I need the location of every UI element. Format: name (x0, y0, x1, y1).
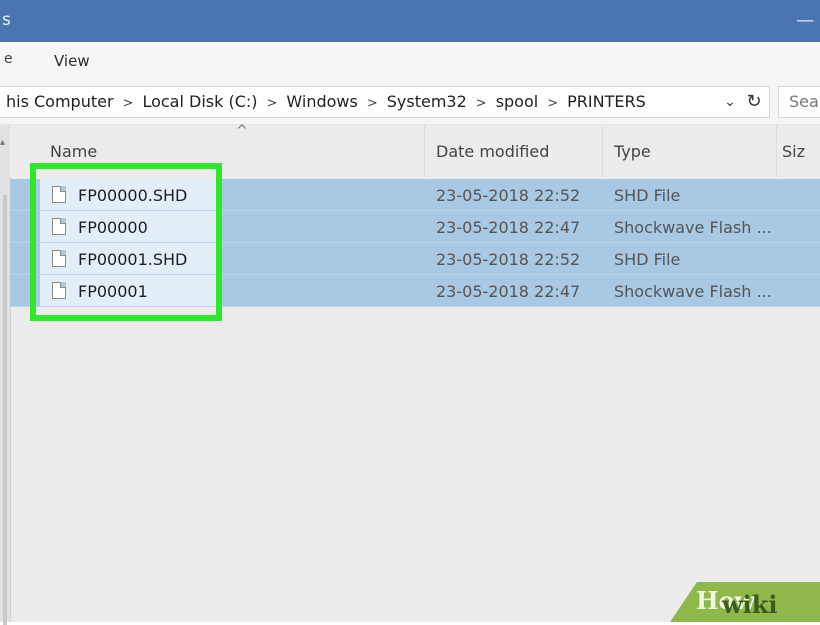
breadcrumb-separator-icon[interactable]: > (267, 89, 278, 119)
address-bar[interactable]: his Computer > Local Disk (C:) > Windows > Sys… (0, 86, 770, 118)
breadcrumb-local-disk[interactable]: Local Disk (C:) (142, 92, 257, 111)
column-divider[interactable] (602, 125, 603, 177)
file-type: SHD File (614, 250, 681, 269)
window-titlebar: s — (0, 0, 820, 42)
file-date: 23-05-2018 22:47 (436, 218, 581, 237)
file-date: 23-05-2018 22:52 (436, 250, 581, 269)
tab-view[interactable]: View (54, 52, 90, 70)
file-type: Shockwave Flash ... (614, 282, 772, 301)
chevron-down-icon[interactable]: ⌄ (720, 89, 740, 115)
file-date: 23-05-2018 22:47 (436, 282, 581, 301)
ribbon-tabs: e View (0, 42, 820, 78)
breadcrumb-separator-icon[interactable]: > (476, 89, 487, 119)
highlight-box (30, 163, 222, 321)
column-header-date-modified[interactable]: Date modified (436, 142, 549, 161)
file-type: SHD File (614, 186, 681, 205)
file-date: 23-05-2018 22:52 (436, 186, 581, 205)
column-header-name[interactable]: Name (50, 142, 97, 161)
column-header-size[interactable]: Siz (782, 142, 805, 161)
breadcrumb-system32[interactable]: System32 (387, 92, 467, 111)
breadcrumb-printers[interactable]: PRINTERS (567, 92, 646, 111)
watermark-text: wiki How (696, 586, 778, 619)
search-placeholder: Sea (789, 92, 819, 111)
minimize-button[interactable]: — (790, 4, 820, 38)
tab-file[interactable]: e (4, 51, 13, 67)
file-type: Shockwave Flash ... (614, 218, 772, 237)
window-title: s (2, 10, 11, 30)
watermark-text-a: wiki (722, 590, 778, 619)
breadcrumb-this-computer[interactable]: his Computer (6, 92, 114, 111)
breadcrumb-spool[interactable]: spool (496, 92, 539, 111)
breadcrumb-windows[interactable]: Windows (286, 92, 357, 111)
column-header-type[interactable]: Type (614, 142, 651, 161)
nav-scroll-up-icon[interactable]: ▴ (0, 137, 5, 148)
nav-scrollbar[interactable] (3, 195, 7, 625)
column-divider[interactable] (776, 125, 777, 177)
breadcrumb-separator-icon[interactable]: > (547, 89, 558, 119)
address-row: his Computer > Local Disk (C:) > Windows > Sys… (0, 78, 820, 125)
column-divider[interactable] (424, 125, 425, 177)
search-input[interactable]: Sea (778, 86, 820, 118)
breadcrumb: his Computer > Local Disk (C:) > Windows > Sys… (6, 87, 646, 117)
breadcrumb-separator-icon[interactable]: > (123, 89, 134, 119)
refresh-icon[interactable]: ↻ (742, 89, 766, 115)
sort-ascending-icon: ^ (236, 123, 248, 139)
breadcrumb-separator-icon[interactable]: > (367, 89, 378, 119)
